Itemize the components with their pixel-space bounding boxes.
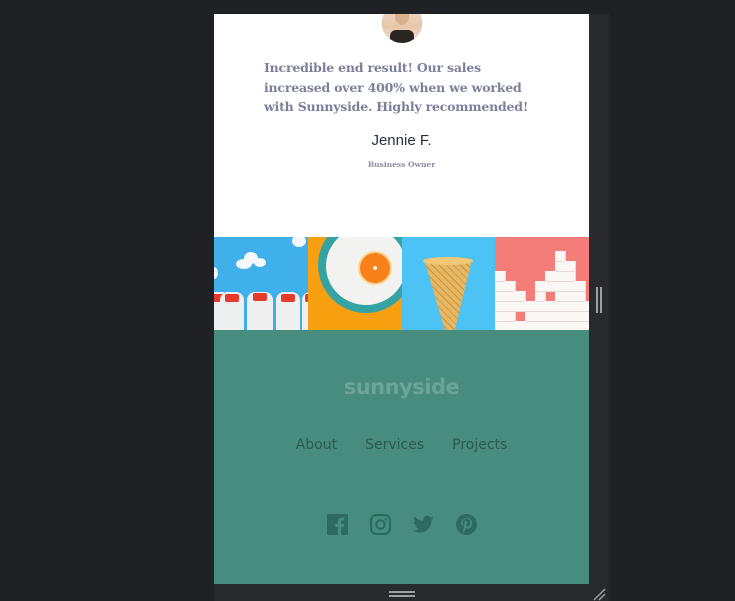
bottle-cap: [253, 293, 267, 301]
sugar-cube: [575, 281, 586, 292]
sugar-cube: [565, 261, 576, 272]
footer-link-projects[interactable]: Projects: [452, 437, 507, 453]
testimonial-quote: Incredible end result! Our sales increas…: [264, 60, 529, 114]
orange-slice: [358, 251, 392, 285]
gallery-image-orange: [308, 237, 402, 330]
avatar-shirt: [390, 30, 414, 43]
footer-link-services[interactable]: Services: [365, 437, 424, 453]
twitter-icon[interactable]: [412, 514, 434, 535]
height-resize-handle[interactable]: [389, 591, 415, 599]
facebook-icon[interactable]: [326, 514, 348, 535]
waffle-cone: [424, 259, 472, 330]
footer-nav: About Services Projects: [214, 437, 589, 453]
pinterest-icon[interactable]: [455, 514, 477, 535]
social-links: [214, 514, 589, 535]
corner-resize-handle[interactable]: [592, 588, 606, 601]
cone-rim: [423, 257, 473, 265]
handle-bar: [596, 287, 598, 313]
avatar: [382, 14, 422, 43]
handle-bar: [389, 595, 415, 597]
testimonial-name: Jennie F.: [371, 132, 432, 149]
cloud: [254, 258, 266, 267]
site-footer: sunnyside About Services Projects: [214, 330, 589, 584]
bottle-cap: [281, 294, 295, 302]
footer-link-about[interactable]: About: [296, 437, 337, 453]
gallery-image-cone: [402, 237, 495, 330]
gallery-image-milk-bottles: [214, 237, 308, 330]
testimonial-role: Business Owner: [367, 160, 436, 169]
cloud: [292, 237, 306, 247]
gallery-image-sugar-cubes: [495, 237, 589, 330]
responsive-viewport: Incredible end result! Our sales increas…: [214, 14, 589, 584]
width-resize-handle[interactable]: [596, 287, 602, 313]
handle-bar: [389, 591, 415, 593]
handle-bar: [600, 287, 602, 313]
cloud: [214, 267, 218, 279]
testimonial-section: Incredible end result! Our sales increas…: [214, 14, 589, 237]
image-gallery: [214, 237, 589, 330]
bottle-cap: [225, 294, 239, 302]
instagram-icon[interactable]: [369, 514, 391, 535]
footer-logo[interactable]: sunnyside: [214, 375, 589, 399]
